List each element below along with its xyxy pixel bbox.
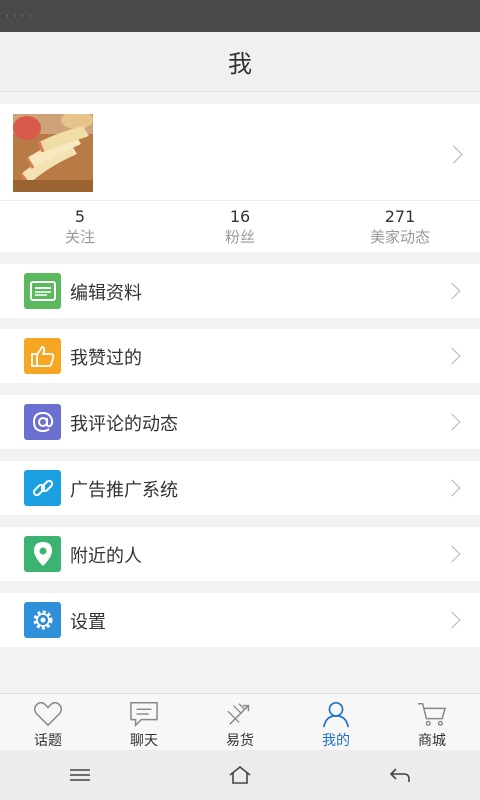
stat-following[interactable]: 5 关注	[0, 201, 160, 252]
tab-label: 聊天	[130, 733, 158, 749]
chevron-right-icon	[443, 413, 461, 431]
menu-item-label: 我评论的动态	[70, 414, 178, 435]
menu-item-label: 广告推广系统	[70, 480, 178, 501]
status-bar: · · · ·	[0, 0, 480, 32]
menu-button[interactable]	[0, 750, 160, 800]
menu-item-label: 附近的人	[70, 546, 142, 567]
back-button[interactable]	[320, 750, 480, 800]
thumbs-up-icon	[24, 338, 61, 374]
chevron-right-icon	[443, 282, 461, 300]
menu-item-label: 我赞过的	[70, 348, 142, 369]
chevron-right-icon	[443, 347, 461, 365]
chevron-right-icon	[443, 545, 461, 563]
menu-item-settings[interactable]: 设置	[0, 593, 480, 647]
tab-label: 易货	[226, 733, 254, 749]
stat-value: 271	[384, 206, 416, 226]
stat-label: 粉丝	[224, 227, 255, 246]
menu-icon	[70, 769, 90, 781]
stat-label: 关注	[64, 227, 95, 246]
menu-item-nearby[interactable]: 附近的人	[0, 527, 480, 581]
menu-item-commented[interactable]: 我评论的动态	[0, 395, 480, 449]
chevron-right-icon	[444, 145, 463, 164]
link-icon	[24, 470, 61, 506]
menu-item-edit-profile[interactable]: 编辑资料	[0, 264, 480, 318]
tab-label: 商城	[418, 733, 446, 749]
stat-posts[interactable]: 271 美家动态	[320, 201, 480, 252]
title-bar: 我	[0, 32, 480, 92]
at-sign-icon	[24, 404, 61, 440]
heart-icon	[33, 701, 63, 727]
menu-item-label: 设置	[70, 612, 106, 633]
tab-mall[interactable]: 商城	[384, 694, 480, 750]
menu-item-liked[interactable]: 我赞过的	[0, 329, 480, 383]
exchange-arrows-icon	[227, 703, 250, 725]
menu-item-ad-system[interactable]: 广告推广系统	[0, 461, 480, 515]
tab-mine[interactable]: 我的	[288, 694, 384, 750]
home-button[interactable]	[160, 750, 320, 800]
system-nav-bar	[0, 750, 480, 800]
tab-chat[interactable]: 聊天	[96, 694, 192, 750]
status-dots: · · · ·	[6, 12, 34, 22]
tab-topics[interactable]: 话题	[0, 694, 96, 750]
stat-value: 5	[74, 206, 86, 226]
back-icon	[389, 768, 410, 782]
tab-label: 话题	[34, 733, 62, 749]
chat-bubble-icon	[130, 702, 158, 728]
tab-barter[interactable]: 易货	[192, 694, 288, 750]
stat-value: 16	[229, 206, 251, 226]
apple-slices-photo	[13, 114, 93, 192]
chevron-right-icon	[443, 479, 461, 497]
gear-icon	[24, 602, 61, 638]
location-pin-icon	[24, 536, 61, 572]
avatar[interactable]	[13, 114, 93, 192]
tab-label: 我的	[322, 733, 350, 749]
chevron-right-icon	[443, 611, 461, 629]
edit-profile-icon	[24, 273, 61, 309]
profile-row[interactable]	[0, 104, 480, 200]
stat-followers[interactable]: 16 粉丝	[160, 201, 320, 252]
menu-item-label: 编辑资料	[70, 283, 142, 304]
person-icon	[323, 701, 349, 728]
cart-icon	[418, 702, 447, 726]
page-title: 我	[228, 50, 252, 78]
stats-row: 5 关注 16 粉丝 271 美家动态	[0, 200, 480, 252]
bottom-tab-bar: 话题 聊天 易货 我的 商城	[0, 693, 480, 750]
stat-label: 美家动态	[369, 227, 430, 246]
home-icon	[229, 765, 251, 784]
